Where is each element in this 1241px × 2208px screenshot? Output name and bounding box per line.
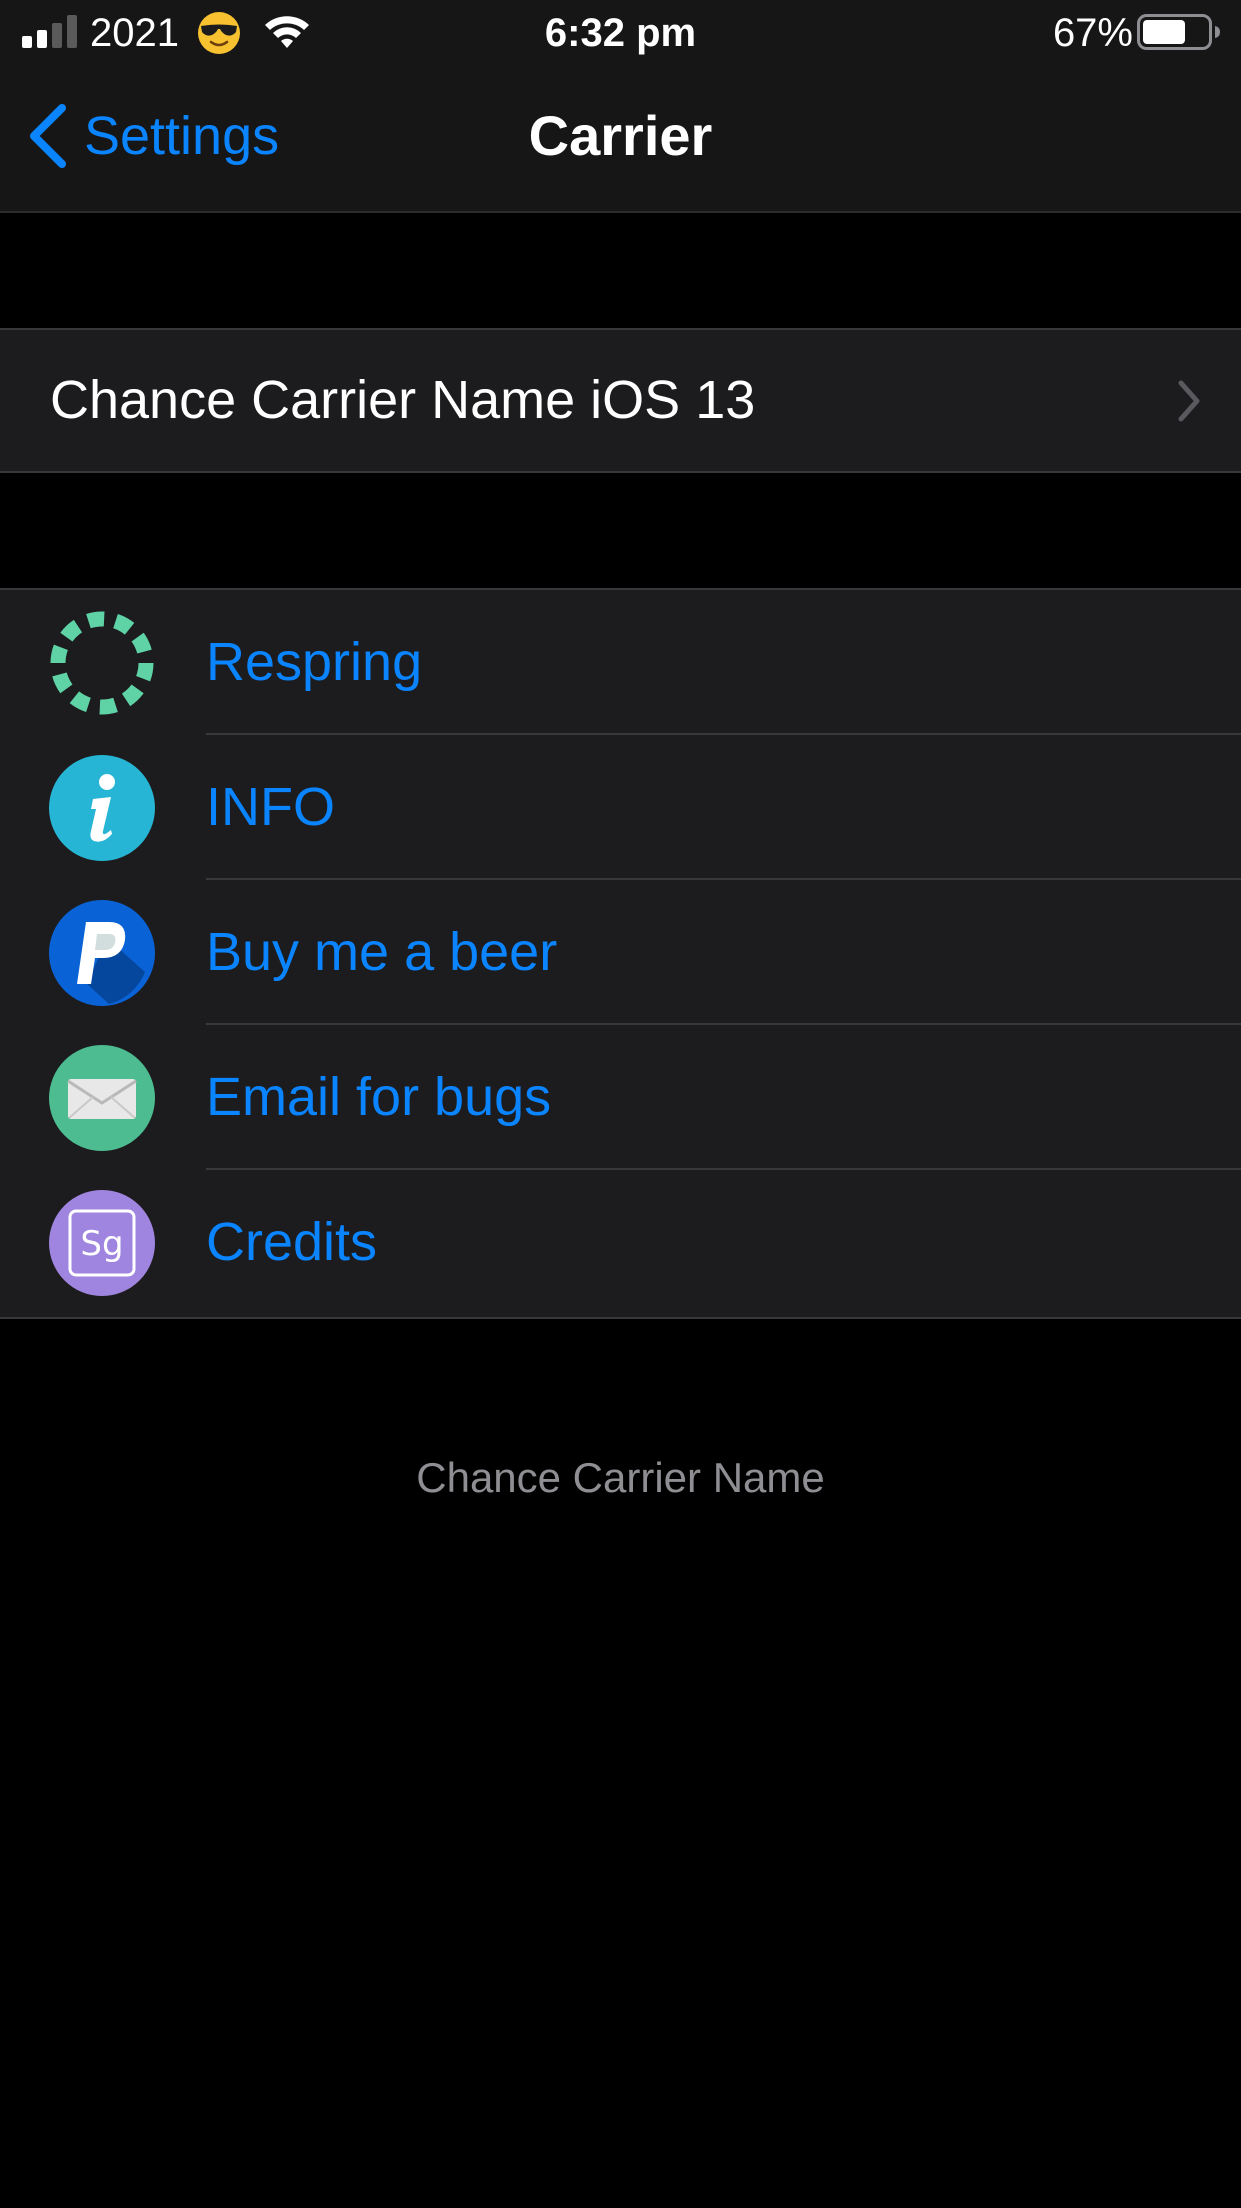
mail-icon	[49, 1045, 155, 1151]
battery-icon	[1137, 14, 1220, 50]
respring-row[interactable]: Respring	[0, 590, 1241, 735]
credits-icon: Sg	[49, 1190, 155, 1296]
buy-me-a-beer-row[interactable]: Buy me a beer	[0, 880, 1241, 1025]
email-for-bugs-row[interactable]: Email for bugs	[0, 1025, 1241, 1170]
chevron-right-icon	[1178, 380, 1200, 422]
svg-text:Sg: Sg	[80, 1224, 123, 1264]
paypal-icon	[49, 900, 155, 1006]
status-bar: 2021 6:32 pm 67%	[0, 0, 1241, 66]
credits-label: Credits	[206, 1212, 378, 1272]
carrier-name-group: Chance Carrier Name iOS 13	[0, 328, 1241, 473]
info-row[interactable]: INFO	[0, 735, 1241, 880]
page-title: Carrier	[528, 104, 713, 167]
email-for-bugs-label: Email for bugs	[206, 1067, 552, 1127]
info-icon	[49, 755, 155, 861]
info-label: INFO	[206, 777, 335, 837]
chance-carrier-name-label: Chance Carrier Name iOS 13	[50, 370, 756, 430]
chance-carrier-name-row[interactable]: Chance Carrier Name iOS 13	[0, 330, 1241, 471]
respring-icon	[50, 611, 154, 715]
navigation-bar: Settings Carrier	[0, 66, 1241, 213]
actions-group: Respring INFO Buy me a beer Email for bu…	[0, 588, 1241, 1319]
buy-me-a-beer-label: Buy me a beer	[206, 922, 558, 982]
respring-label: Respring	[206, 632, 423, 692]
credits-row[interactable]: Sg Credits	[0, 1170, 1241, 1315]
footer-text: Chance Carrier Name	[416, 1454, 825, 1501]
battery-percentage: 67%	[1052, 11, 1133, 55]
